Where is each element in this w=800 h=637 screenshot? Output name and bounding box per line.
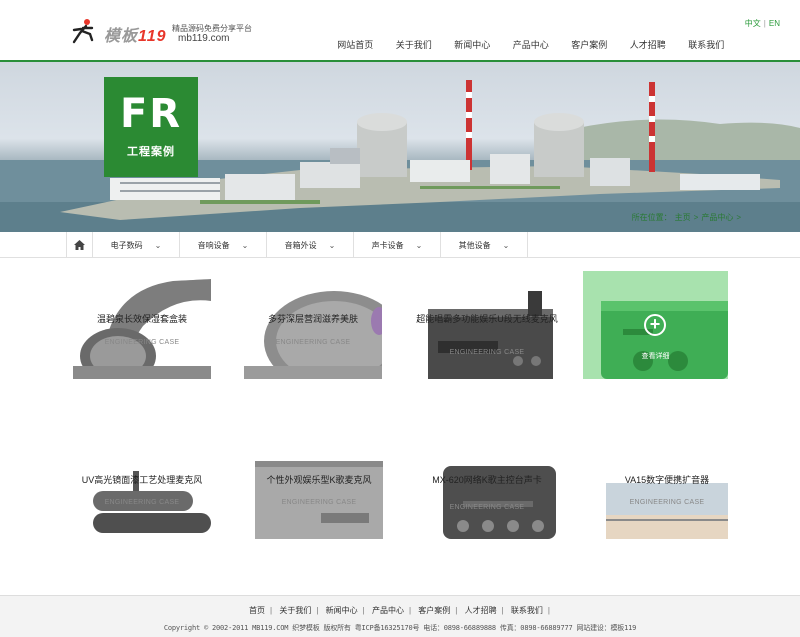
product-card[interactable]: 个性外观娱乐型K歌麦克风 ENGINEERING CASE bbox=[255, 431, 383, 539]
nav-item-products[interactable]: 产品中心 bbox=[502, 38, 561, 51]
nav-item-contact[interactable]: 联系我们 bbox=[677, 38, 736, 51]
product-title: MX-620网络K歌主控台声卡 bbox=[432, 475, 542, 485]
language-switcher: 中文 | EN bbox=[744, 19, 780, 28]
footer-link-news[interactable]: 新闻中心 bbox=[326, 606, 358, 615]
product-tag: ENGINEERING CASE bbox=[449, 349, 525, 356]
product-card[interactable]: 超能唱霸多功能娱乐U段无线麦克风 ENGINEERING CASE bbox=[416, 271, 558, 379]
site-logo[interactable]: 模板119 精品源码免费分享平台 mb119.com bbox=[70, 18, 270, 48]
product-title: 多芬深层营润滋养美肤 bbox=[267, 314, 358, 324]
category-tab-other[interactable]: 其他设备 ⌄ bbox=[441, 232, 528, 258]
product-tag: ENGINEERING CASE bbox=[104, 339, 180, 346]
product-title: 个性外观娱乐型K歌麦克风 bbox=[266, 475, 372, 485]
product-tag: ENGINEERING CASE bbox=[281, 499, 357, 506]
product-card-active[interactable]: + 查看详细 bbox=[583, 271, 728, 379]
product-card[interactable]: 温碧泉长效保湿套盒装 ENGINEERING CASE bbox=[73, 271, 211, 379]
runner-logo-icon bbox=[72, 19, 94, 44]
product-card[interactable]: 多芬深层营润滋养美肤 ENGINEERING CASE bbox=[244, 271, 382, 379]
nav-item-home[interactable]: 网站首页 bbox=[326, 38, 385, 51]
view-details-label: 查看详细 bbox=[641, 353, 670, 360]
engineering-case-badge: FR 工程案例 bbox=[104, 77, 198, 177]
category-label: 声卡设备 bbox=[371, 240, 404, 250]
page-banner: FR 工程案例 bbox=[0, 62, 800, 232]
category-label: 音响设备 bbox=[197, 240, 230, 250]
category-tab-soundcard[interactable]: 声卡设备 ⌄ bbox=[354, 232, 441, 258]
nav-item-about[interactable]: 关于我们 bbox=[385, 38, 444, 51]
footer-link-jobs[interactable]: 人才招聘 bbox=[465, 606, 497, 615]
footer-links: 首页 | 关于我们 | 新闻中心 | 产品中心 | 客户案例 | 人才招聘 | 联系我们 | bbox=[249, 606, 550, 615]
lang-en-link[interactable]: EN bbox=[769, 19, 780, 28]
category-tab-audio[interactable]: 音响设备 ⌄ bbox=[180, 232, 267, 258]
category-bar: 电子数码 ⌄ 音响设备 ⌄ 音箱外设 ⌄ 声卡设备 ⌄ 其他设备 ⌄ bbox=[0, 232, 800, 258]
nav-item-news[interactable]: 新闻中心 bbox=[443, 38, 502, 51]
chevron-down-icon: ⌄ bbox=[502, 240, 510, 250]
product-tag: ENGINEERING CASE bbox=[104, 499, 180, 506]
breadcrumb-home-link[interactable]: 主页 bbox=[675, 213, 691, 222]
product-tag: ENGINEERING CASE bbox=[629, 499, 705, 506]
wireless-mic-receiver-image bbox=[418, 271, 556, 379]
badge-logo-text: FR bbox=[119, 91, 183, 137]
lang-cn-link[interactable]: 中文 bbox=[745, 19, 761, 28]
logo-brand: 模板119 bbox=[104, 28, 167, 45]
category-label: 音箱外设 bbox=[284, 240, 317, 250]
chevron-down-icon: ⌄ bbox=[328, 240, 336, 250]
footer-link-products[interactable]: 产品中心 bbox=[372, 606, 404, 615]
product-tag: ENGINEERING CASE bbox=[449, 504, 525, 511]
breadcrumb-separator: > bbox=[736, 213, 741, 222]
headphones-image bbox=[73, 271, 211, 379]
copyright-text: Copyright © 2002-2011 MB119.COM 织梦模板 版权所… bbox=[163, 624, 637, 632]
footer-link-contact[interactable]: 联系我们 bbox=[511, 606, 543, 615]
logo-domain: mb119.com bbox=[178, 33, 230, 44]
product-tag: ENGINEERING CASE bbox=[275, 339, 351, 346]
product-title: UV高光镜面漆工艺处理麦克风 bbox=[81, 475, 203, 485]
category-tab-digital[interactable]: 电子数码 ⌄ bbox=[93, 232, 180, 258]
category-label: 其他设备 bbox=[458, 240, 491, 250]
nav-item-jobs[interactable]: 人才招聘 bbox=[619, 38, 678, 51]
nav-item-cases[interactable]: 客户案例 bbox=[560, 38, 619, 51]
badge-subtitle: 工程案例 bbox=[127, 146, 175, 158]
product-card[interactable]: MX-620网络K歌主控台声卡 ENGINEERING CASE bbox=[418, 431, 556, 539]
chevron-down-icon: ⌄ bbox=[241, 240, 249, 250]
category-tab-speakers[interactable]: 音箱外设 ⌄ bbox=[267, 232, 354, 258]
breadcrumb-separator: > bbox=[693, 213, 699, 222]
breadcrumb-products-link[interactable]: 产品中心 bbox=[701, 213, 733, 222]
footer-link-about[interactable]: 关于我们 bbox=[279, 606, 311, 615]
chevron-down-icon: ⌄ bbox=[415, 240, 423, 250]
breadcrumb: 所在位置： 主页 > 产品中心 > bbox=[632, 212, 744, 223]
footer-link-cases[interactable]: 客户案例 bbox=[418, 606, 450, 615]
chevron-down-icon: ⌄ bbox=[154, 240, 162, 250]
category-label: 电子数码 bbox=[110, 240, 143, 250]
site-header: 模板119 精品源码免费分享平台 mb119.com 中文 | EN 网站首页 关于… bbox=[0, 0, 800, 60]
site-footer: 首页 | 关于我们 | 新闻中心 | 产品中心 | 客户案例 | 人才招聘 | 联系我们 | … bbox=[0, 595, 800, 637]
product-card[interactable]: VA15数字便携扩音器 ENGINEERING CASE bbox=[606, 431, 728, 539]
footer-link-home[interactable]: 首页 bbox=[249, 606, 265, 615]
product-title: VA15数字便携扩音器 bbox=[624, 475, 710, 485]
home-button[interactable] bbox=[67, 232, 93, 258]
breadcrumb-prefix: 所在位置： bbox=[631, 213, 672, 222]
home-icon bbox=[74, 240, 85, 250]
product-card[interactable]: UV高光镜面漆工艺处理麦克风 ENGINEERING CASE bbox=[73, 431, 211, 539]
main-nav: 网站首页 关于我们 新闻中心 产品中心 客户案例 人才招聘 联系我们 bbox=[326, 38, 736, 51]
plus-icon[interactable]: + bbox=[644, 314, 666, 336]
product-title: 超能唱霸多功能娱乐U段无线麦克风 bbox=[416, 314, 558, 324]
product-title: 温碧泉长效保湿套盒装 bbox=[96, 314, 187, 324]
microphone-image bbox=[244, 271, 382, 379]
